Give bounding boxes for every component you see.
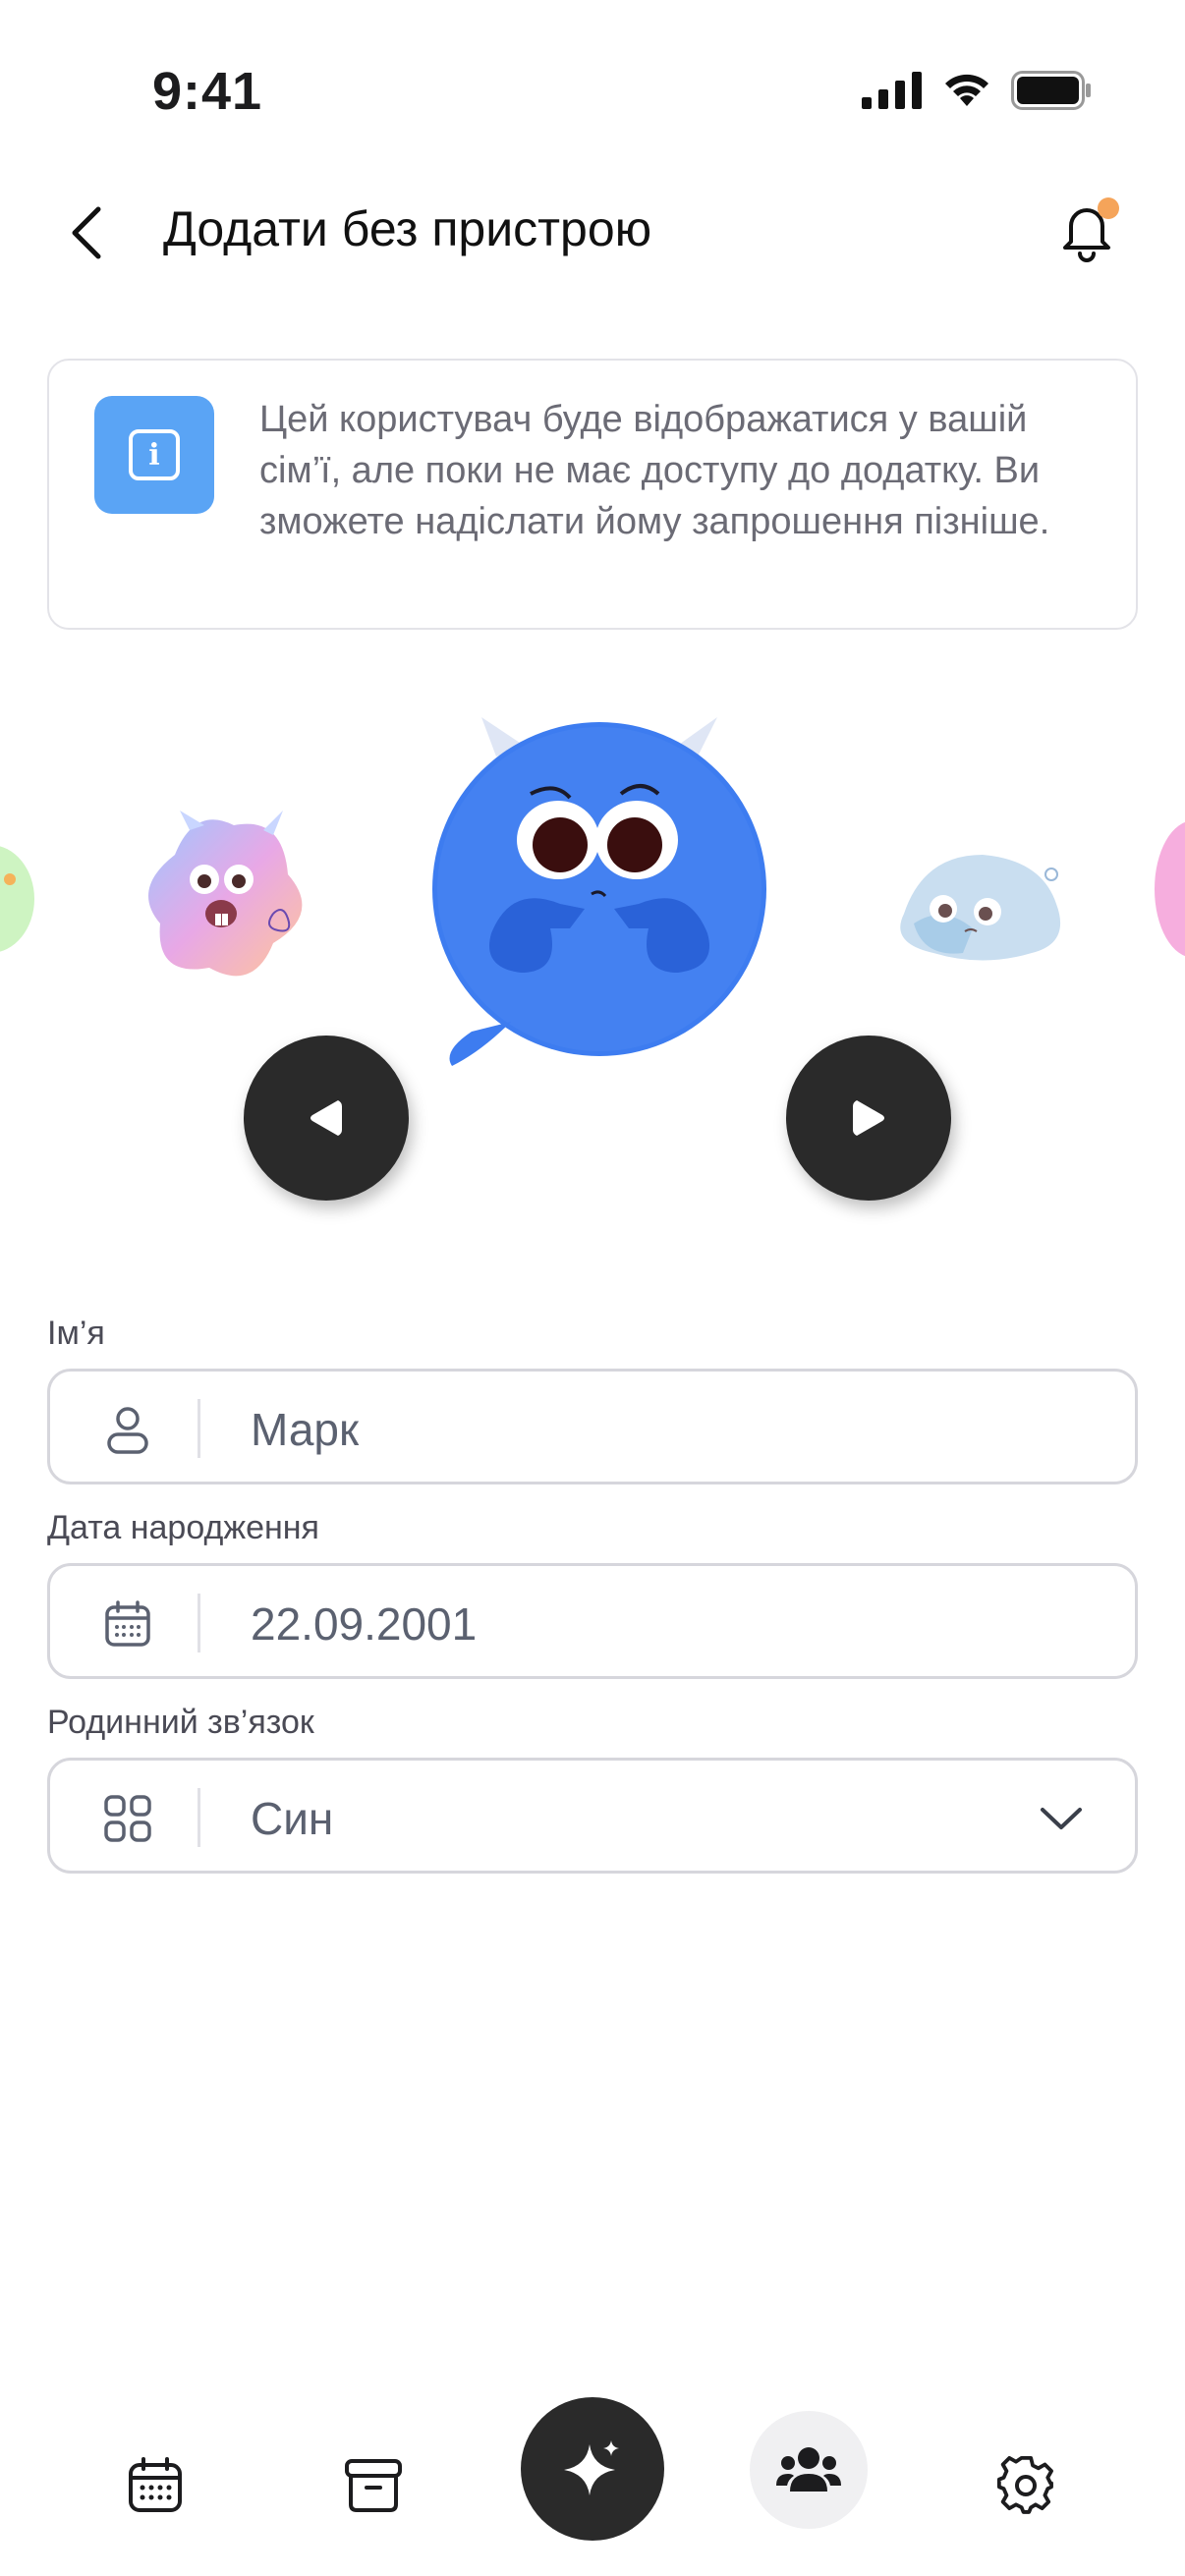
family-icon: [776, 2447, 841, 2492]
status-time: 9:41: [152, 62, 263, 121]
name-label: Ім’я: [47, 1315, 105, 1352]
relation-value: Син: [251, 1793, 334, 1844]
relation-label: Родинний зв’язок: [47, 1704, 314, 1741]
tab-family[interactable]: [750, 2411, 868, 2529]
field-divider: [198, 1788, 200, 1847]
birthdate-value: 22.09.2001: [251, 1598, 478, 1650]
bell-icon: [1063, 197, 1119, 262]
notification-dot: [1098, 197, 1119, 219]
avatar-option-pastel[interactable]: [126, 796, 322, 992]
info-text: Цей користувач буде відображатися у ваші…: [259, 399, 1050, 542]
status-icons: [862, 71, 1092, 110]
avatar-option-far-left[interactable]: [0, 835, 39, 963]
chevron-left-icon: [72, 206, 101, 259]
notifications-button[interactable]: [1047, 191, 1126, 269]
name-field[interactable]: Марк: [47, 1369, 1138, 1484]
settings-icon: [996, 2455, 1053, 2514]
play-right-icon: [853, 1100, 884, 1136]
status-bar: 9:41: [0, 0, 1185, 187]
archive-icon: [345, 2459, 402, 2512]
field-divider: [198, 1399, 200, 1458]
avatar-option-ice[interactable]: [884, 835, 1081, 973]
prev-avatar-button[interactable]: [244, 1036, 409, 1201]
signal-icon: [862, 72, 922, 109]
tab-bar: [0, 2378, 1185, 2574]
avatar-selected-blue-monster[interactable]: [413, 717, 786, 1071]
avatar-option-far-right[interactable]: [1150, 815, 1185, 963]
name-value: Марк: [251, 1404, 360, 1455]
tab-calendar[interactable]: [96, 2427, 214, 2545]
page-title: Додати без пристрою: [163, 201, 652, 256]
tab-ai-assistant[interactable]: [521, 2397, 664, 2541]
avatar-carousel: [0, 688, 1185, 1238]
grid-icon: [104, 1795, 151, 1842]
relation-select[interactable]: Син: [47, 1758, 1138, 1874]
birthdate-field[interactable]: 22.09.2001: [47, 1563, 1138, 1679]
wifi-icon: [945, 74, 988, 106]
user-icon: [107, 1407, 148, 1454]
birthdate-label: Дата народження: [47, 1509, 319, 1546]
tab-settings[interactable]: [968, 2427, 1086, 2545]
back-button[interactable]: [57, 198, 116, 267]
calendar-icon: [105, 1600, 150, 1647]
calendar-icon: [129, 2457, 182, 2512]
play-left-icon: [310, 1100, 342, 1136]
chevron-down-icon: [1041, 1808, 1082, 1829]
tab-archive[interactable]: [314, 2427, 432, 2545]
battery-icon: [1011, 71, 1091, 110]
sparkle-icon: [564, 2440, 619, 2495]
info-icon: i: [94, 396, 214, 514]
header: Додати без пристрою: [0, 187, 1185, 275]
next-avatar-button[interactable]: [786, 1036, 951, 1201]
info-card: i Цей користувач буде відображатися у ва…: [47, 359, 1138, 630]
field-divider: [198, 1594, 200, 1652]
